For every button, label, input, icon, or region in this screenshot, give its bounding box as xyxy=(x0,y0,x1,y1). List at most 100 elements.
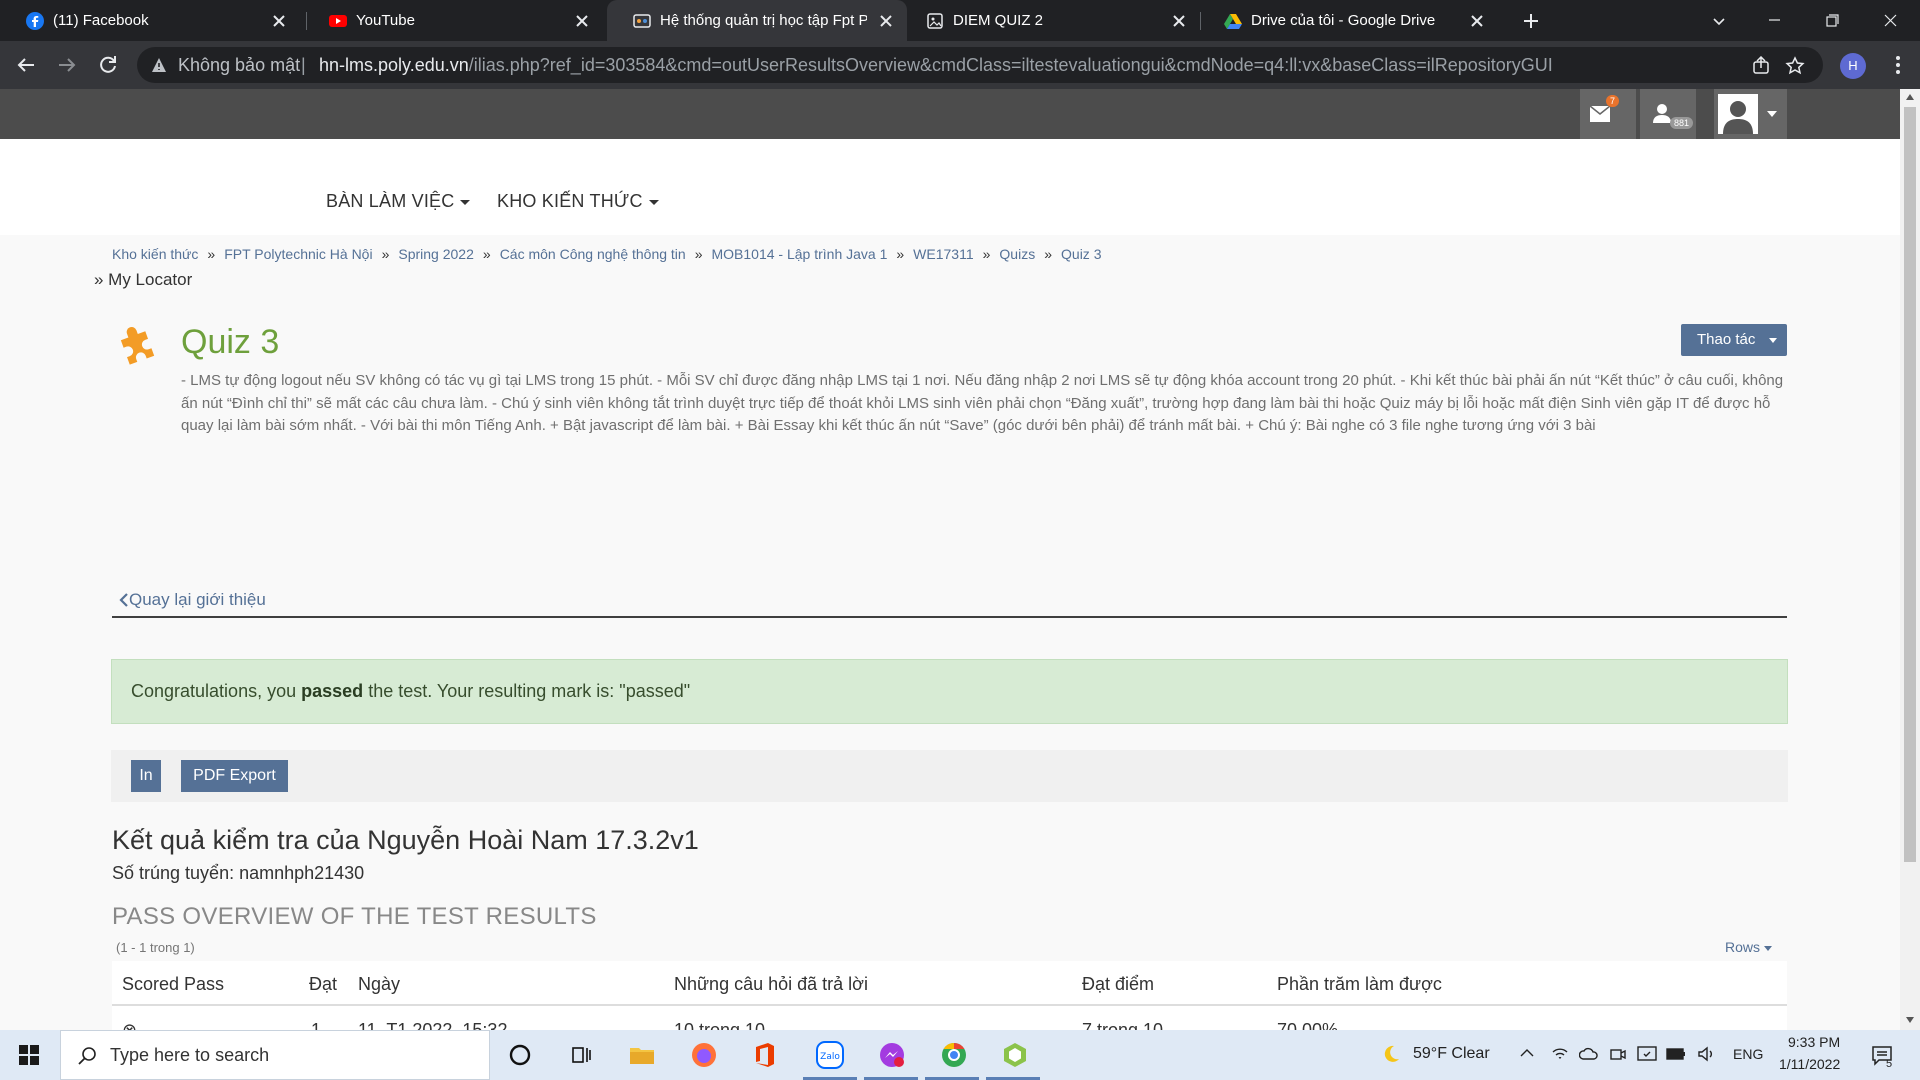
restore-icon[interactable] xyxy=(1803,0,1861,41)
column-header[interactable]: Những câu hỏi đã trả lời xyxy=(674,974,868,995)
google-drive-icon xyxy=(1224,14,1242,29)
tab-diem-quiz[interactable]: DIEM QUIZ 2 xyxy=(900,0,1200,41)
page-scrollbar[interactable] xyxy=(1900,89,1920,1030)
browser-menu-icon[interactable] xyxy=(1886,53,1910,77)
close-icon[interactable] xyxy=(1468,12,1486,30)
security-center-icon[interactable] xyxy=(1637,1045,1657,1063)
breadcrumb-item[interactable]: WE17311 xyxy=(913,246,973,262)
meet-now-icon[interactable] xyxy=(1609,1045,1627,1063)
cortana-icon[interactable] xyxy=(505,1040,535,1070)
profile-avatar[interactable]: H xyxy=(1840,53,1866,79)
user-menu-button[interactable] xyxy=(1714,89,1787,139)
rows-selector[interactable]: Rows xyxy=(1725,939,1772,955)
mail-button[interactable]: 7 xyxy=(1580,89,1636,139)
chevron-down-icon xyxy=(648,199,659,205)
tab-google-drive[interactable]: Drive của tôi - Google Drive xyxy=(1198,0,1498,41)
success-prefix: Congratulations, you xyxy=(131,681,297,701)
moon-weather-icon[interactable] xyxy=(1381,1044,1401,1064)
actions-dropdown-button[interactable]: Thao tác xyxy=(1681,324,1787,356)
wifi-icon[interactable] xyxy=(1551,1045,1569,1063)
file-explorer-icon[interactable] xyxy=(627,1040,657,1070)
rows-label: Rows xyxy=(1725,939,1761,955)
reload-icon[interactable] xyxy=(96,53,120,77)
column-header[interactable]: Phần trăm làm được xyxy=(1277,974,1442,995)
close-icon[interactable] xyxy=(573,12,591,30)
youtube-icon xyxy=(329,15,347,27)
menu-repository[interactable]: KHO KIẾN THỨC xyxy=(497,191,659,212)
tab-facebook[interactable]: (11) Facebook xyxy=(0,0,300,41)
breadcrumb-separator: » xyxy=(694,246,703,262)
column-header[interactable]: Ngày xyxy=(358,974,400,995)
url-text[interactable]: hn-lms.poly.edu.vn/ilias.php?ref_id=3035… xyxy=(319,55,1553,76)
language-indicator[interactable]: ENG xyxy=(1733,1046,1763,1062)
breadcrumb-item[interactable]: Quizs xyxy=(999,246,1035,262)
security-label[interactable]: Không bảo mật xyxy=(178,55,300,76)
breadcrumb-separator: » xyxy=(982,246,991,262)
chevron-down-icon xyxy=(1767,111,1777,117)
tab-youtube[interactable]: YouTube xyxy=(303,0,603,41)
chrome-icon[interactable] xyxy=(939,1040,969,1070)
scrollbar-thumb[interactable] xyxy=(1904,107,1916,862)
tab-search-chevron-icon[interactable] xyxy=(1710,12,1728,30)
breadcrumb-item[interactable]: FPT Polytechnic Hà Nội xyxy=(224,246,372,262)
user-icon xyxy=(1653,104,1671,123)
column-header[interactable]: Đạt điểm xyxy=(1082,974,1154,995)
address-bar[interactable]: Không bảo mật | hn-lms.poly.edu.vn/ilias… xyxy=(137,47,1823,83)
scroll-down-icon[interactable] xyxy=(1905,1016,1915,1024)
menu-desktop[interactable]: BÀN LÀM VIỆC xyxy=(326,191,471,212)
firefox-icon[interactable] xyxy=(689,1040,719,1070)
weather-text[interactable]: 59°F Clear xyxy=(1413,1045,1490,1063)
chevron-left-icon xyxy=(119,593,128,607)
scroll-up-icon[interactable] xyxy=(1905,93,1915,101)
battery-icon[interactable] xyxy=(1666,1046,1686,1062)
column-header[interactable]: Scored Pass xyxy=(122,974,224,995)
taskbar-search[interactable]: Type here to search xyxy=(60,1030,490,1080)
warning-icon[interactable] xyxy=(151,57,167,73)
new-tab-icon[interactable] xyxy=(1521,11,1541,31)
close-icon[interactable] xyxy=(877,12,895,30)
messenger-icon[interactable] xyxy=(877,1040,907,1070)
breadcrumb-item[interactable]: Quiz 3 xyxy=(1061,246,1101,262)
clock-time[interactable]: 9:33 PM xyxy=(1788,1034,1840,1050)
close-icon[interactable] xyxy=(1170,12,1188,30)
bookmark-star-icon[interactable] xyxy=(1785,56,1805,76)
print-button[interactable]: In xyxy=(131,760,161,792)
breadcrumb-item[interactable]: MOB1014 - Lập trình Java 1 xyxy=(712,246,888,262)
mail-icon xyxy=(1589,105,1611,122)
breadcrumb-item[interactable]: Các môn Công nghệ thông tin xyxy=(500,246,686,262)
chevron-up-icon[interactable] xyxy=(1520,1048,1534,1058)
minimize-icon[interactable] xyxy=(1745,0,1803,41)
clock-date[interactable]: 1/11/2022 xyxy=(1779,1056,1840,1072)
back-to-intro-link[interactable]: Quay lại giới thiệu xyxy=(119,590,266,610)
office-icon[interactable] xyxy=(750,1040,780,1070)
breadcrumb-separator: » xyxy=(1044,246,1053,262)
onedrive-icon[interactable] xyxy=(1579,1045,1599,1063)
forward-arrow-icon[interactable] xyxy=(55,53,79,77)
tab-title: Hệ thống quản trị học tập Fpt Po xyxy=(660,12,867,29)
security-divider: | xyxy=(301,55,306,75)
main-content: Kho kiến thức » FPT Polytechnic Hà Nội » Spr… xyxy=(0,235,1900,1030)
tab-ilias-active[interactable]: Hệ thống quản trị học tập Fpt Po xyxy=(607,0,907,41)
points-cell: 7 trong 10 xyxy=(1082,1020,1164,1030)
url-domain: hn-lms.poly.edu.vn xyxy=(319,55,469,75)
task-view-icon[interactable] xyxy=(566,1040,596,1070)
table-row: ⊗ 1 11. T1 2022, 15:32 10 trong 10 7 tro… xyxy=(112,1006,1787,1030)
contacts-button[interactable]: 881 xyxy=(1640,89,1696,139)
app-cube-icon[interactable] xyxy=(1000,1040,1030,1070)
results-table: Scored Pass Đạt Ngày Những câu hỏi đã tr… xyxy=(112,961,1787,1030)
zalo-icon[interactable]: Zalo xyxy=(815,1040,845,1070)
windows-start-icon[interactable] xyxy=(19,1045,39,1065)
tab-title: YouTube xyxy=(356,12,415,29)
column-header[interactable]: Đạt xyxy=(309,974,337,995)
volume-icon[interactable] xyxy=(1697,1045,1715,1063)
breadcrumb-item[interactable]: Spring 2022 xyxy=(398,246,474,262)
window-close-icon[interactable] xyxy=(1861,0,1919,41)
back-arrow-icon[interactable] xyxy=(14,53,38,77)
share-icon[interactable] xyxy=(1751,56,1771,76)
pdf-export-button[interactable]: PDF Export xyxy=(181,760,288,792)
my-locator[interactable]: » My Locator xyxy=(94,270,192,290)
breadcrumb-item[interactable]: Kho kiến thức xyxy=(112,246,198,262)
close-icon[interactable] xyxy=(270,12,288,30)
answered-cell: 10 trong 10 xyxy=(674,1020,766,1030)
table-header-row: Scored Pass Đạt Ngày Những câu hỏi đã tr… xyxy=(112,961,1787,1006)
